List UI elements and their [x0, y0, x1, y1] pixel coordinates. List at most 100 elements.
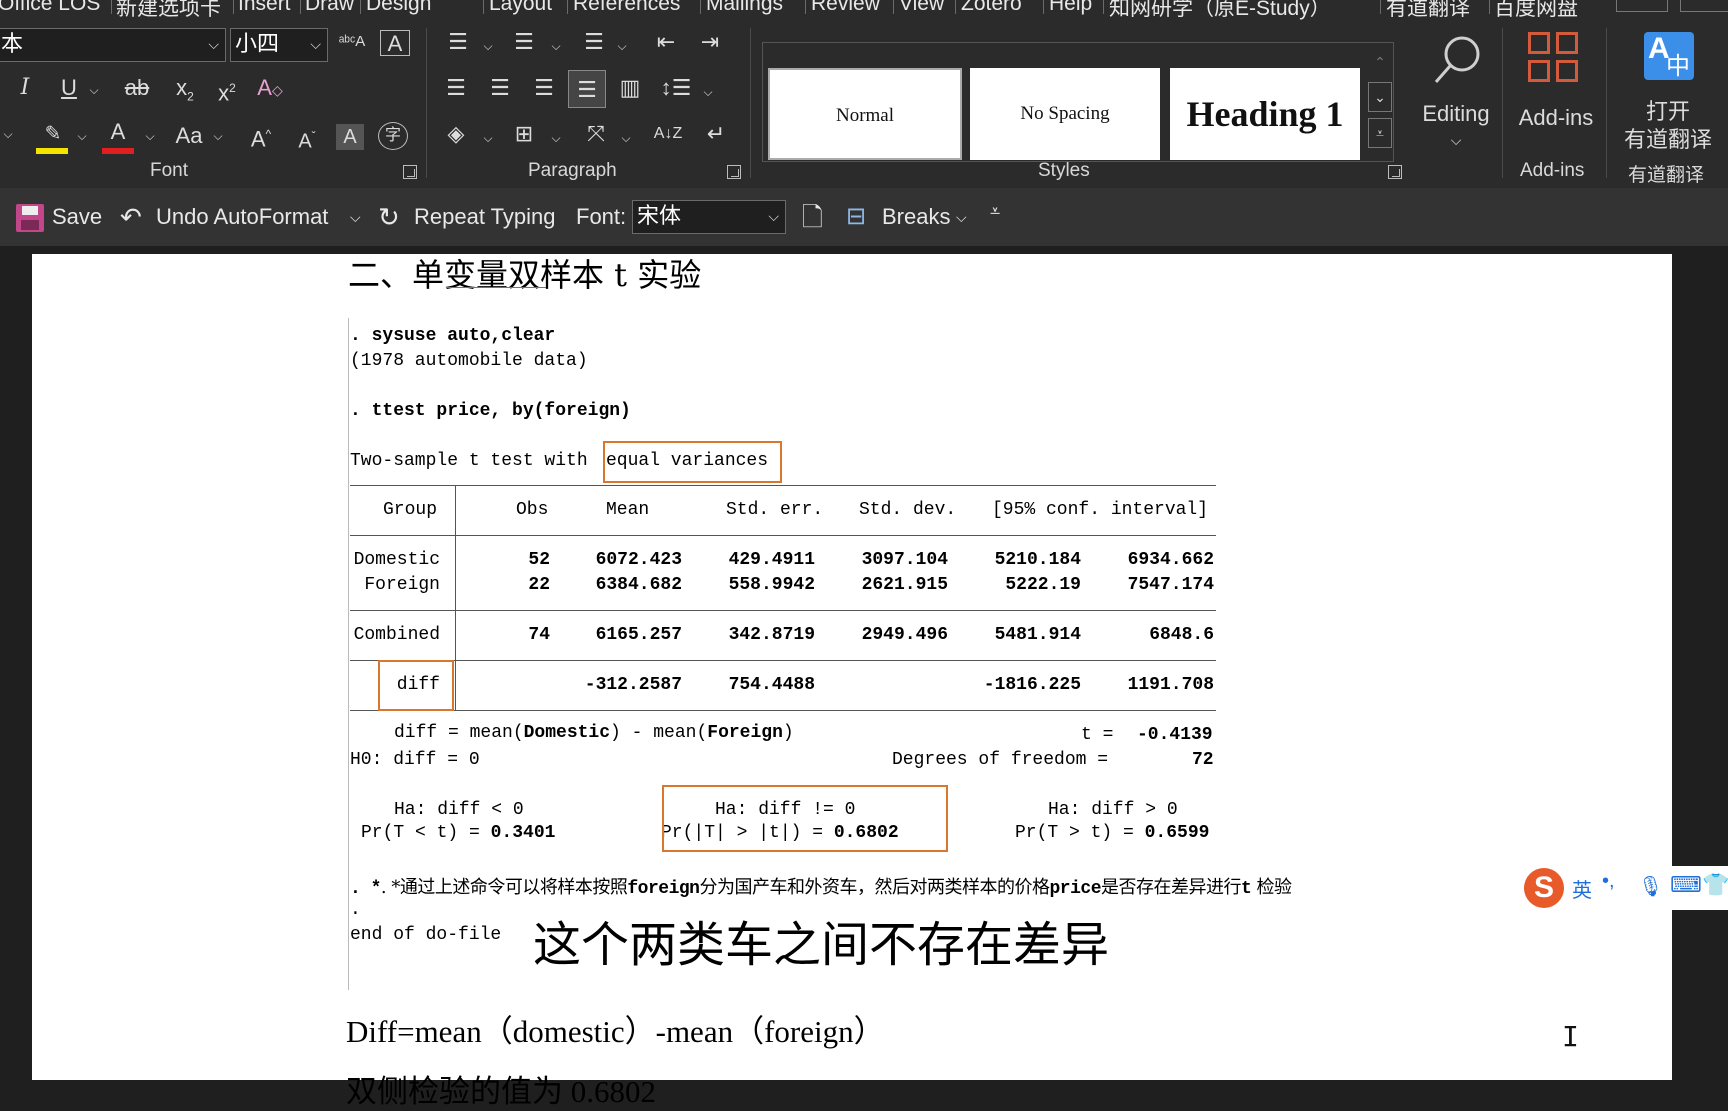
- borders-icon[interactable]: ⊞: [508, 120, 540, 148]
- chevron-down-icon[interactable]: ⌵: [86, 76, 102, 104]
- show-marks-icon[interactable]: ↵: [700, 120, 732, 148]
- undo-icon[interactable]: ↶: [120, 188, 142, 246]
- table-cell: 342.8719: [728, 625, 815, 645]
- justify-icon[interactable]: ☰: [568, 70, 606, 108]
- styles-more-icon[interactable]: ⩡: [1368, 118, 1392, 148]
- repeat-button[interactable]: Repeat Typing: [414, 188, 555, 246]
- superscript-icon[interactable]: x2: [212, 74, 242, 107]
- chevron-down-icon[interactable]: ⌵: [548, 32, 564, 60]
- italic-icon[interactable]: I: [12, 74, 38, 102]
- styles-dialog-launcher-icon[interactable]: [1388, 165, 1402, 179]
- chevron-down-icon[interactable]: ⌵: [700, 78, 716, 106]
- asian-layout-icon[interactable]: ⤧: [580, 120, 612, 148]
- style-heading-1[interactable]: Heading 1: [1170, 68, 1360, 160]
- ime-language-toggle[interactable]: 英: [1572, 874, 1592, 903]
- sort-icon[interactable]: A↓Z: [652, 120, 684, 148]
- chevron-down-icon[interactable]: ⌵: [142, 122, 158, 150]
- editing-button[interactable]: Editing ⌵: [1410, 28, 1502, 158]
- menu-item-insert[interactable]: Insert: [238, 0, 291, 16]
- numbering-icon[interactable]: ☰: [508, 28, 540, 56]
- dot-line: .: [350, 900, 361, 920]
- change-case-aa-icon[interactable]: Aa: [172, 122, 206, 150]
- character-border-icon[interactable]: A: [380, 30, 410, 56]
- styles-scroll-down-icon[interactable]: ⌄: [1368, 82, 1392, 112]
- menu-item-layout[interactable]: Layout: [489, 0, 552, 16]
- multilevel-list-icon[interactable]: ☰: [578, 28, 610, 56]
- open-youdao-button[interactable]: A 中 打开 有道翻译: [1612, 28, 1724, 156]
- comments-button[interactable]: [1680, 0, 1728, 12]
- menu-item-youdao[interactable]: 有道翻译: [1386, 0, 1470, 20]
- enclose-characters-icon[interactable]: 字: [378, 122, 408, 150]
- addins-button[interactable]: Add-ins: [1508, 28, 1604, 130]
- qat-font-dropdown[interactable]: 宋体 ⌵: [632, 200, 786, 234]
- line-spacing-icon[interactable]: ↕☰: [660, 74, 692, 102]
- highlight-color-icon[interactable]: ✎: [36, 120, 70, 154]
- youdao-line1: 打开: [1645, 99, 1690, 124]
- chevron-down-icon[interactable]: ⌵: [210, 122, 226, 150]
- sogou-logo-icon[interactable]: S: [1524, 868, 1564, 908]
- increase-indent-icon[interactable]: ⇥: [694, 28, 726, 56]
- character-shading-icon[interactable]: A: [336, 124, 364, 150]
- align-right-icon[interactable]: ☰: [528, 74, 560, 102]
- customize-toolbar-icon[interactable]: ⩡: [990, 182, 1000, 240]
- style-normal[interactable]: Normal: [768, 68, 962, 160]
- page-icon[interactable]: 🗋: [802, 188, 823, 246]
- font-name-dropdown[interactable]: 本 ⌵: [0, 28, 226, 62]
- shrink-font-icon[interactable]: Aˇ: [292, 122, 322, 156]
- font-dialog-launcher-icon[interactable]: [403, 165, 417, 179]
- menu-item-references[interactable]: References: [573, 0, 680, 16]
- ime-punctuation-toggle[interactable]: •,: [1602, 870, 1615, 893]
- microphone-icon[interactable]: 🎙: [1638, 874, 1663, 899]
- menu-item-design[interactable]: Design: [366, 0, 431, 16]
- menu-item-help[interactable]: Help: [1049, 0, 1092, 16]
- bullets-icon[interactable]: ☰: [442, 28, 474, 56]
- breaks-button[interactable]: Breaks: [882, 188, 950, 246]
- distributed-icon[interactable]: ▥: [614, 74, 646, 102]
- align-left-icon[interactable]: ☰: [440, 74, 472, 102]
- menu-item-draw[interactable]: Draw: [305, 0, 354, 16]
- style-no-spacing[interactable]: No Spacing: [970, 68, 1160, 160]
- align-center-icon[interactable]: ☰: [484, 74, 516, 102]
- subscript-icon[interactable]: x2: [170, 74, 200, 110]
- chevron-down-icon[interactable]: ⌵: [0, 120, 16, 148]
- col-header-group: Group: [383, 500, 438, 520]
- chevron-down-icon[interactable]: ⌵: [618, 124, 634, 152]
- shading-icon[interactable]: ◈: [440, 120, 472, 148]
- menu-item-review[interactable]: Review: [811, 0, 880, 16]
- addins-group-label: Add-ins: [1520, 160, 1585, 181]
- menu-item-cnki[interactable]: 知网研学（原E-Study）: [1109, 0, 1331, 20]
- menu-item-new-tab[interactable]: 新建选项卡: [116, 0, 221, 20]
- undo-button[interactable]: Undo AutoFormat: [156, 188, 328, 246]
- strikethrough-icon[interactable]: ab: [120, 74, 154, 102]
- menu-item-mailings[interactable]: Mailings: [706, 0, 783, 16]
- grow-font-icon[interactable]: A^: [246, 120, 276, 153]
- chevron-down-icon[interactable]: ⌵: [480, 124, 496, 152]
- menu-item-zotero[interactable]: Zotero: [961, 0, 1022, 16]
- clear-formatting-icon[interactable]: A◇: [254, 74, 286, 104]
- table-cell: 6165.257: [595, 625, 682, 645]
- menu-item-baidu[interactable]: 百度网盘: [1494, 0, 1578, 20]
- formula-line: Diff=mean（domestic）-mean（foreign）: [346, 1014, 885, 1049]
- chevron-down-icon[interactable]: ⌵: [350, 188, 361, 246]
- chevron-down-icon[interactable]: ⌵: [548, 124, 564, 152]
- decrease-indent-icon[interactable]: ⇤: [650, 28, 682, 56]
- font-color-icon[interactable]: A: [102, 119, 136, 154]
- menu-item-office[interactable]: Office LOS: [0, 0, 100, 16]
- chevron-down-icon[interactable]: ⌵: [614, 32, 630, 60]
- skin-icon[interactable]: 👕: [1702, 872, 1728, 898]
- chevron-down-icon[interactable]: ⌵: [74, 122, 90, 150]
- save-button[interactable]: Save: [52, 188, 102, 246]
- keyboard-icon[interactable]: ⌨: [1670, 872, 1702, 898]
- repeat-icon[interactable]: ↻: [378, 188, 400, 246]
- paragraph-dialog-launcher-icon[interactable]: [727, 165, 741, 179]
- styles-scroll-up-icon[interactable]: ⌃: [1368, 48, 1392, 76]
- save-icon[interactable]: [16, 204, 44, 232]
- underline-icon[interactable]: U: [56, 74, 82, 102]
- change-case-icon[interactable]: ᵃᵇᶜA: [336, 28, 368, 56]
- chevron-down-icon[interactable]: ⌵: [480, 32, 496, 60]
- breaks-icon[interactable]: ⊟: [846, 188, 866, 246]
- chevron-down-icon[interactable]: ⌵: [956, 188, 967, 246]
- share-button[interactable]: [1616, 0, 1668, 12]
- font-size-dropdown[interactable]: 小四 ⌵: [230, 28, 328, 62]
- menu-item-view[interactable]: View: [899, 0, 944, 16]
